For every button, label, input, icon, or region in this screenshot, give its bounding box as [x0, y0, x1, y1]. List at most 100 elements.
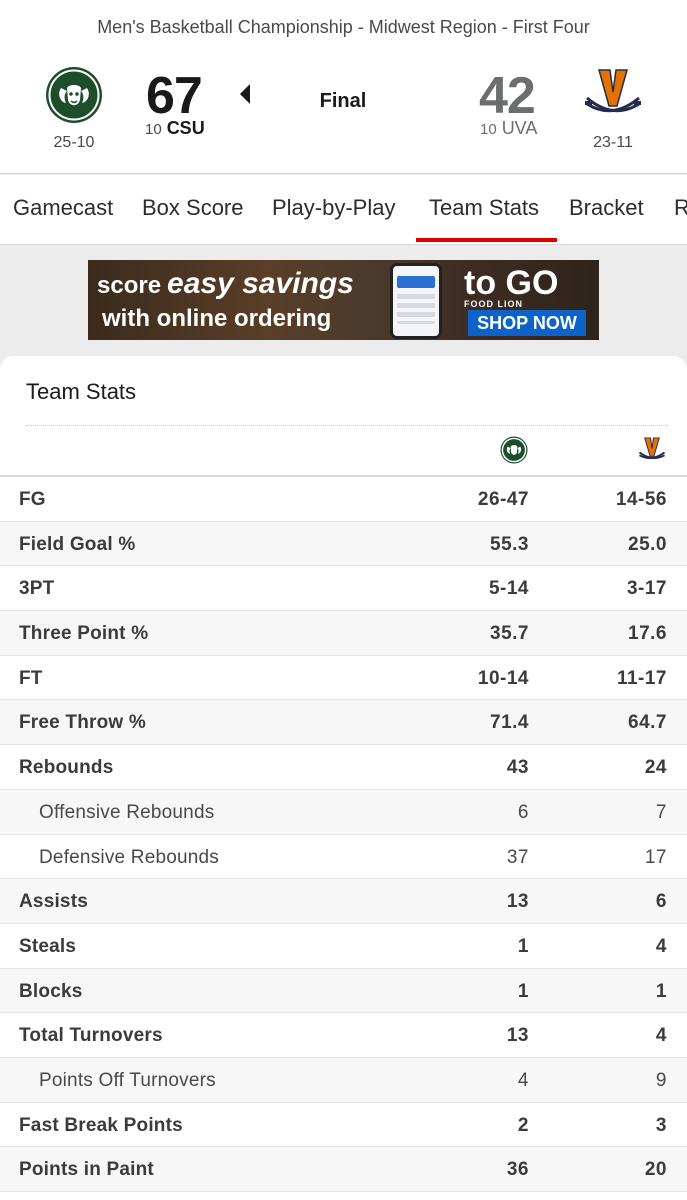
uva-stat-value: 4: [655, 935, 667, 957]
ad-banner[interactable]: score easy savings with online ordering t…: [88, 260, 599, 340]
ad-headline: score easy savings: [97, 267, 354, 301]
uva-record: 23-11: [593, 134, 633, 151]
stat-row: Fast Break Points 2 3: [0, 1102, 687, 1148]
csu-team-line[interactable]: 10 CSU: [145, 118, 205, 139]
csu-stat-value: 1: [517, 980, 529, 1002]
winner-arrow-icon: [240, 84, 250, 104]
uva-stat-value: 6: [655, 891, 667, 913]
tab-box-score[interactable]: Box Score: [142, 195, 244, 221]
stat-row: Field Goal % 55.3 25.0: [0, 521, 687, 567]
csu-rams-logo-icon[interactable]: [45, 66, 103, 124]
team-stats-card: Team Stats FG 26-47 14-56 Field Goal % 55.3 2…: [0, 356, 687, 1200]
game-header: Men's Basketball Championship - Midwest …: [0, 0, 687, 174]
ad-brand-text: to GO: [464, 264, 559, 302]
uva-stat-value: 11-17: [616, 667, 667, 689]
stat-label: Assists: [19, 891, 88, 913]
uva-stat-value: 1: [655, 980, 667, 1002]
stat-row: FG 26-47 14-56: [0, 477, 687, 522]
uva-stat-value: 3: [655, 1114, 667, 1136]
uva-stat-value: 4: [655, 1025, 667, 1047]
shop-now-button[interactable]: SHOP NOW: [468, 310, 586, 336]
stat-label: Points in Paint: [19, 1159, 154, 1181]
uva-seed: 10: [480, 121, 497, 138]
csu-stat-value: 2: [517, 1114, 529, 1136]
uva-stat-value: 14-56: [615, 489, 667, 510]
csu-stat-value: 55.3: [490, 533, 529, 555]
uva-stat-value: 9: [655, 1069, 667, 1091]
stat-label: Points Off Turnovers: [39, 1069, 216, 1091]
uva-stat-value: 20: [644, 1159, 667, 1181]
active-tab-indicator: [416, 238, 557, 242]
stat-row: Rebounds 43 24: [0, 745, 687, 790]
csu-column-logo-icon: [500, 436, 528, 464]
uva-score: 42: [479, 67, 536, 125]
uva-stat-value: 64.7: [628, 712, 667, 734]
csu-stat-value: 43: [506, 757, 529, 779]
uva-stat-value: 24: [644, 757, 667, 779]
stat-label: Fast Break Points: [19, 1114, 183, 1136]
stat-label: Total Turnovers: [19, 1025, 163, 1047]
uva-stat-value: 17.6: [628, 623, 667, 645]
stat-row: 3PT 5-14 3-17: [0, 566, 687, 612]
csu-stat-value: 35.7: [490, 623, 529, 645]
title-divider: [26, 425, 668, 426]
uva-stat-value: 7: [655, 801, 667, 823]
uva-stat-value: 3-17: [626, 578, 667, 600]
csu-stat-value: 1: [517, 935, 529, 957]
stat-row: Assists 13 6: [0, 879, 687, 924]
stat-label: Defensive Rebounds: [39, 846, 219, 868]
tab-gamecast[interactable]: Gamecast: [13, 195, 113, 221]
team-stats-title: Team Stats: [26, 379, 137, 404]
stat-row: FT 10-14 11-17: [0, 655, 687, 701]
csu-abbr: CSU: [166, 118, 205, 138]
uva-abbr: UVA: [501, 118, 538, 138]
game-tabs: Gamecast Box Score Play-by-Play Team Sta…: [0, 175, 687, 245]
stat-label: FG: [19, 489, 46, 510]
ad-headline-rest: easy savings: [167, 267, 354, 300]
uva-stat-value: 17: [644, 846, 667, 868]
csu-stat-value: 4: [517, 1069, 529, 1091]
stat-label: FT: [19, 667, 43, 689]
csu-stat-value: 71.4: [490, 712, 529, 734]
stat-label: Three Point %: [19, 623, 149, 645]
stat-row: Points in Paint 36 20: [0, 1147, 687, 1192]
phone-app-image: [390, 263, 442, 339]
ad-headline-prefix: score: [97, 272, 162, 299]
csu-stat-value: 13: [506, 1025, 529, 1047]
stat-label: Rebounds: [19, 757, 114, 779]
uva-sabres-logo-icon[interactable]: [584, 66, 642, 124]
tab-more-truncated[interactable]: R: [674, 195, 687, 221]
stat-label: Offensive Rebounds: [39, 801, 215, 823]
csu-stat-value: 10-14: [477, 667, 529, 689]
csu-stat-value: 26-47: [477, 489, 529, 510]
stat-row: Blocks 1 1: [0, 968, 687, 1014]
csu-record: 25-10: [53, 134, 95, 151]
ad-brand: to GO FOOD LION: [464, 264, 558, 309]
event-title: Men's Basketball Championship - Midwest …: [97, 17, 590, 37]
stat-label: Blocks: [19, 980, 83, 1002]
csu-stat-value: 37: [506, 846, 529, 868]
uva-team-line[interactable]: 10 UVA: [480, 118, 537, 139]
ad-subline: with online ordering: [102, 305, 332, 332]
csu-stat-value: 13: [506, 891, 529, 913]
stat-label: Steals: [19, 935, 77, 957]
uva-column-logo-icon: [638, 437, 666, 460]
csu-score: 67: [146, 67, 203, 125]
stat-label: 3PT: [19, 578, 55, 600]
tab-bracket[interactable]: Bracket: [569, 195, 644, 221]
uva-stat-value: 25.0: [628, 533, 667, 555]
stat-row: Offensive Rebounds 6 7: [0, 789, 687, 835]
csu-seed: 10: [145, 121, 162, 138]
stat-row: Points Off Turnovers 4 9: [0, 1057, 687, 1103]
stat-label: Free Throw %: [19, 712, 146, 734]
stat-row: Defensive Rebounds 37 17: [0, 834, 687, 880]
stat-row: Three Point % 35.7 17.6: [0, 611, 687, 656]
tab-play-by-play[interactable]: Play-by-Play: [272, 195, 395, 221]
csu-stat-value: 36: [506, 1159, 529, 1181]
stats-table: FG 26-47 14-56 Field Goal % 55.3 25.0 3PT 5-14 3…: [0, 477, 687, 1192]
tab-team-stats[interactable]: Team Stats: [429, 195, 539, 221]
csu-stat-value: 5-14: [488, 578, 529, 600]
game-status: Final: [319, 90, 367, 112]
csu-stat-value: 6: [517, 801, 529, 823]
stat-label: Field Goal %: [19, 533, 136, 555]
